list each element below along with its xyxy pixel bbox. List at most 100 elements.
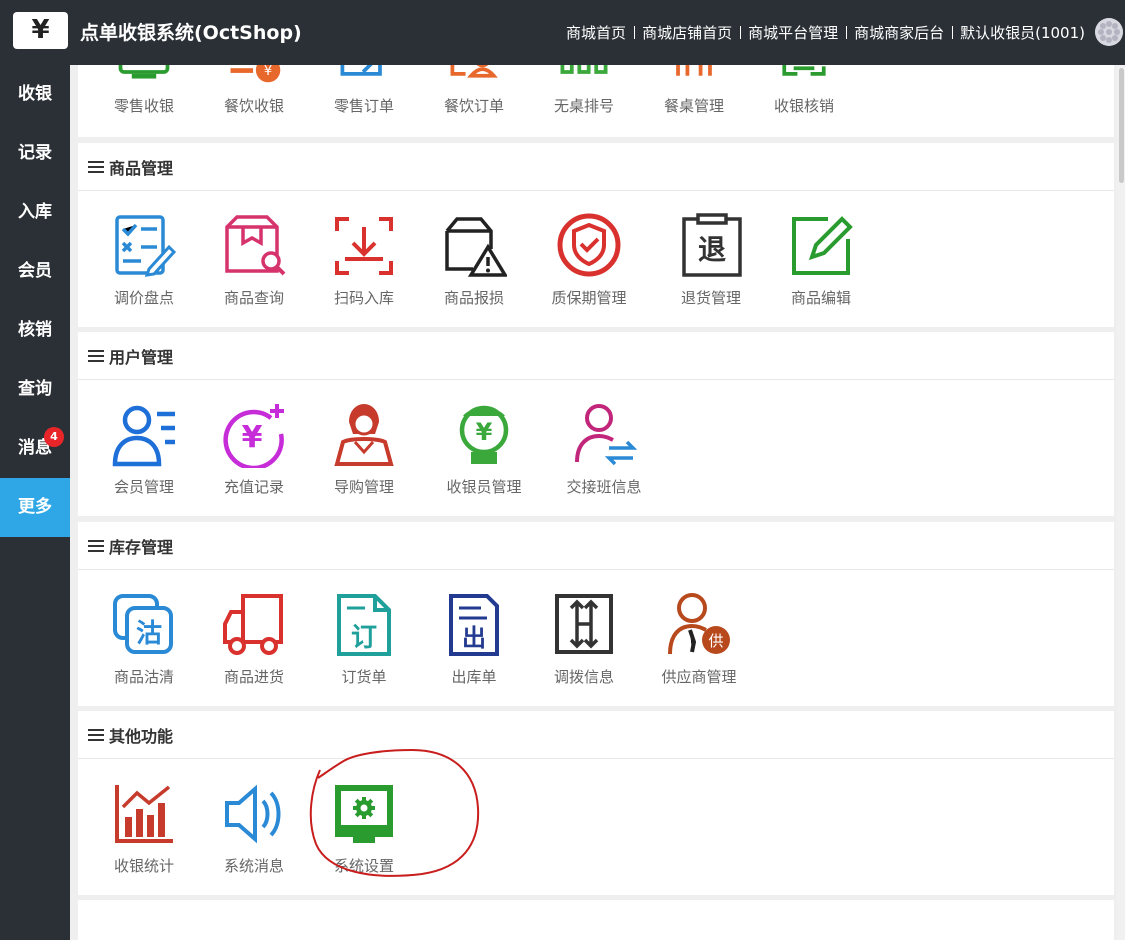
tile-label: 供应商管理 <box>661 668 737 686</box>
nav-platform-admin[interactable]: 商城平台管理 <box>748 22 838 43</box>
nav-divider <box>846 26 848 39</box>
supplier-icon: 供 <box>668 593 730 655</box>
tile-system-messages[interactable]: 系统消息 <box>199 781 309 876</box>
tile-label: 系统消息 <box>223 857 284 875</box>
tile-dining-cashier[interactable]: ¥ 餐饮收银 <box>199 65 309 116</box>
sidebar: 收银 记录 入库 会员 核销 查询 消息 4 更多 <box>0 65 70 940</box>
tile-row: 沽 商品沽清 商品进货 订 订货单 出 出库单 调拨信息 供 供应商管理 <box>78 570 1114 705</box>
tile-cashier-writeoff[interactable]: 收银核销 <box>749 65 859 116</box>
tile-system-settings[interactable]: 系统设置 <box>309 781 419 876</box>
tile-label: 交接班信息 <box>566 478 642 496</box>
sidebar-item-members[interactable]: 会员 <box>0 242 70 301</box>
sidebar-item-query[interactable]: 查询 <box>0 360 70 419</box>
tile-queue-number[interactable]: 无桌排号 <box>529 65 639 116</box>
tile-cashier-management[interactable]: ¥ 收银员管理 <box>429 402 539 497</box>
tile-label: 调价盘点 <box>113 289 174 307</box>
tile-row: 会员管理 ¥ 充值记录 导购管理 ¥ 收银员管理 交接班信息 <box>78 380 1114 515</box>
tile-return-management[interactable]: 退 退货管理 <box>656 213 766 308</box>
tile-product-search[interactable]: 商品查询 <box>199 213 309 308</box>
writeoff-icon <box>782 65 826 76</box>
tile-warranty-management[interactable]: 质保期管理 <box>534 213 644 308</box>
section-header: 库存管理 <box>78 522 1114 570</box>
tile-damage-report[interactable]: 商品报损 <box>419 213 529 308</box>
yen-logo-icon: ¥ <box>31 15 50 45</box>
scrollbar-track[interactable] <box>1117 65 1125 940</box>
tile-label: 餐桌管理 <box>663 97 724 115</box>
tile-price-check[interactable]: 调价盘点 <box>89 213 199 308</box>
tile-transfer-info[interactable]: 调拨信息 <box>529 592 639 687</box>
warranty-shield-icon <box>557 213 621 277</box>
tile-sold-out[interactable]: 沽 商品沽清 <box>89 592 199 687</box>
tile-dining-orders[interactable]: 餐饮订单 <box>419 65 529 116</box>
truck-icon <box>223 594 283 655</box>
nav-cashier-account[interactable]: 默认收银员(1001) <box>960 22 1085 43</box>
tile-supplier-management[interactable]: 供 供应商管理 <box>644 592 754 687</box>
sold-out-icon: 沽 <box>113 594 173 654</box>
scrollbar-thumb[interactable] <box>1119 68 1124 183</box>
tile-row: 调价盘点 商品查询 扫码入库 商品报损 质保期管理 退 退货管理 商品编辑 <box>78 191 1114 326</box>
tile-label: 收银核销 <box>773 97 834 115</box>
tile-label: 零售收银 <box>113 97 174 115</box>
tile-row: 收银统计 系统消息 系统设置 <box>78 759 1114 894</box>
inventory-management-section: 库存管理 沽 商品沽清 商品进货 订 订货单 出 出库单 调拨信息 供 供应商管… <box>78 522 1114 706</box>
recharge-yen-icon: ¥ <box>223 404 284 468</box>
cashier-icon: ¥ <box>459 405 509 464</box>
order-doc-icon: 订 <box>337 594 391 656</box>
tile-label: 商品报损 <box>443 289 504 307</box>
tile-label: 充值记录 <box>223 478 284 496</box>
section-header: 用户管理 <box>78 332 1114 380</box>
tile-label: 零售订单 <box>333 97 394 115</box>
member-list-icon <box>112 405 175 467</box>
message-count-badge: 4 <box>44 427 64 447</box>
transfer-icon <box>555 594 613 654</box>
tile-shift-handover[interactable]: 交接班信息 <box>549 402 659 497</box>
sidebar-item-records[interactable]: 记录 <box>0 124 70 183</box>
tile-label: 收银统计 <box>113 857 174 875</box>
sidebar-item-messages[interactable]: 消息 4 <box>0 419 70 478</box>
cashier-section: 零售收银 ¥ 餐饮收银 零售订单 餐饮订单 无桌排号 餐桌管理 收银核销 <box>78 65 1114 137</box>
shift-handover-icon <box>575 404 637 466</box>
tile-label: 质保期管理 <box>551 289 627 307</box>
svg-text:退: 退 <box>698 233 726 266</box>
tile-retail-cashier[interactable]: 零售收银 <box>89 65 199 116</box>
sidebar-item-cashier[interactable]: 收银 <box>0 65 70 124</box>
tile-retail-orders[interactable]: 零售订单 <box>309 65 419 116</box>
svg-text:订: 订 <box>351 623 377 653</box>
tile-purchase[interactable]: 商品进货 <box>199 592 309 687</box>
list-icon <box>88 728 104 741</box>
tile-shopping-guide[interactable]: 导购管理 <box>309 402 419 497</box>
tile-label: 商品沽清 <box>113 668 174 686</box>
tile-label: 导购管理 <box>333 478 394 496</box>
scan-import-icon <box>335 217 393 275</box>
retail-order-icon <box>340 65 382 76</box>
list-icon <box>88 539 104 552</box>
tile-order-form[interactable]: 订 订货单 <box>309 592 419 687</box>
tile-scan-import[interactable]: 扫码入库 <box>309 213 419 308</box>
shopping-guide-icon <box>334 404 394 466</box>
nav-mall-home[interactable]: 商城首页 <box>566 22 626 43</box>
dining-order-icon <box>450 65 498 78</box>
tile-label: 无桌排号 <box>553 97 614 115</box>
tile-table-management[interactable]: 餐桌管理 <box>639 65 749 116</box>
tile-label: 调拨信息 <box>553 668 614 686</box>
section-title: 库存管理 <box>109 537 174 557</box>
app-logo[interactable]: ¥ <box>13 12 68 49</box>
tile-product-edit[interactable]: 商品编辑 <box>766 213 876 308</box>
nav-merchant-backend[interactable]: 商城商家后台 <box>854 22 944 43</box>
tile-recharge-records[interactable]: ¥ 充值记录 <box>199 402 309 497</box>
tile-member-management[interactable]: 会员管理 <box>89 402 199 497</box>
sidebar-item-writeoff[interactable]: 核销 <box>0 301 70 360</box>
avatar[interactable] <box>1095 18 1123 46</box>
sidebar-item-more[interactable]: 更多 <box>0 478 70 537</box>
tile-cashier-statistics[interactable]: 收银统计 <box>89 781 199 876</box>
tile-outbound-form[interactable]: 出 出库单 <box>419 592 529 687</box>
svg-text:¥: ¥ <box>242 420 263 455</box>
tile-label: 订货单 <box>341 668 387 686</box>
damage-report-icon <box>445 217 507 277</box>
list-icon <box>88 160 104 173</box>
sidebar-item-stock-in[interactable]: 入库 <box>0 183 70 242</box>
speaker-icon <box>225 784 281 844</box>
outbound-doc-icon: 出 <box>449 594 499 656</box>
product-search-icon <box>225 215 286 276</box>
nav-store-home[interactable]: 商城店铺首页 <box>642 22 732 43</box>
